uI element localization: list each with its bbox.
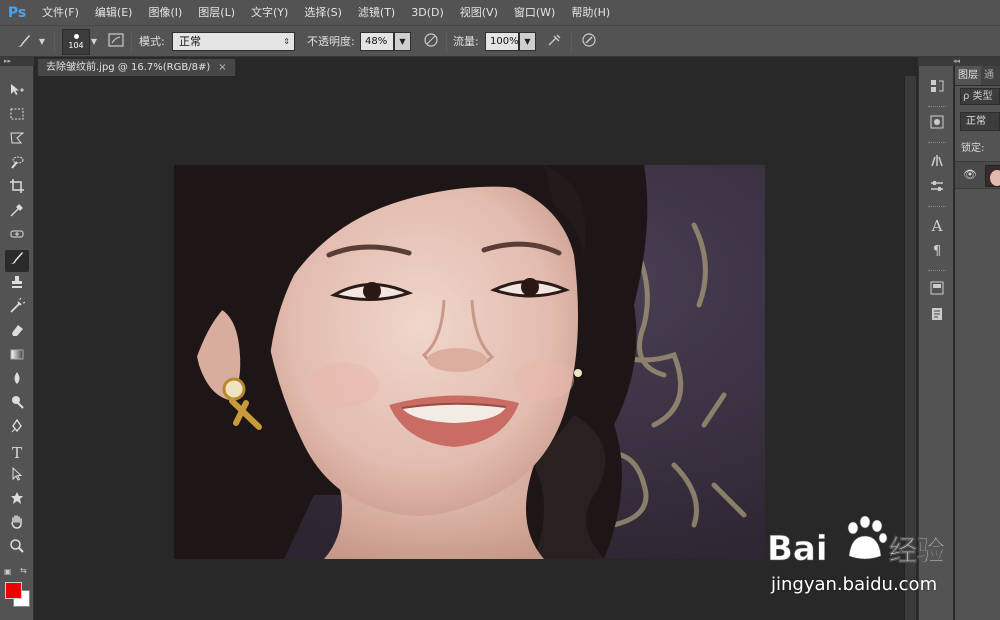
flow-dropdown-button[interactable]: ▼ bbox=[519, 32, 536, 51]
swap-colors-icon[interactable]: ⇆ bbox=[20, 566, 27, 575]
watermark-logo-text: Bai bbox=[767, 529, 828, 569]
opacity-input[interactable]: 48% bbox=[360, 32, 394, 51]
document-image[interactable] bbox=[174, 165, 765, 559]
watermark-logo-text-2: 经验 bbox=[889, 534, 945, 567]
tools-panel: T ▣ ⇆ bbox=[0, 66, 34, 620]
notes-panel-icon[interactable] bbox=[927, 306, 947, 326]
layers-panel-tabs: 图层 通 bbox=[955, 66, 1000, 86]
mode-label: 模式: bbox=[139, 35, 165, 48]
menu-type[interactable]: 文字(Y) bbox=[243, 0, 296, 25]
pressure-size-icon[interactable] bbox=[579, 32, 599, 52]
healing-brush-tool-icon[interactable] bbox=[5, 226, 29, 248]
character-panel-icon[interactable]: A bbox=[927, 216, 947, 236]
history-brush-tool-icon[interactable] bbox=[5, 296, 29, 320]
clone-stamp-tool-icon[interactable] bbox=[5, 274, 29, 296]
separator bbox=[571, 31, 572, 53]
layer-row[interactable]: 👁 bbox=[955, 161, 1000, 189]
gradient-tool-icon[interactable] bbox=[5, 346, 29, 368]
separator bbox=[446, 31, 447, 53]
mode-value: 正常 bbox=[179, 35, 201, 48]
pen-tool-icon[interactable] bbox=[5, 418, 29, 440]
flow-label: 流量: bbox=[453, 35, 479, 48]
move-tool-icon[interactable] bbox=[5, 82, 29, 104]
tools-collapse-strip[interactable]: ▸▸ bbox=[0, 57, 34, 66]
eyedropper-tool-icon[interactable] bbox=[5, 202, 29, 224]
brush-tool-icon[interactable] bbox=[5, 250, 29, 272]
history-panel-icon[interactable] bbox=[927, 78, 947, 98]
zoom-tool-icon[interactable] bbox=[5, 538, 29, 560]
menu-help[interactable]: 帮助(H) bbox=[563, 0, 618, 25]
brush-dropdown-arrow-icon[interactable]: ▼ bbox=[89, 32, 99, 52]
menu-bar: Ps 文件(F) 编辑(E) 图像(I) 图层(L) 文字(Y) 选择(S) 滤… bbox=[0, 0, 1000, 25]
layer-filter-input[interactable]: ρ 类型 bbox=[960, 88, 1000, 105]
opacity-label: 不透明度: bbox=[307, 35, 355, 48]
menu-file[interactable]: 文件(F) bbox=[34, 0, 87, 25]
menu-filter[interactable]: 滤镜(T) bbox=[350, 0, 403, 25]
foreground-color-swatch[interactable] bbox=[5, 582, 22, 599]
dock-grip bbox=[928, 270, 946, 272]
ps-logo: Ps bbox=[7, 4, 27, 21]
layer-visibility-eye-icon[interactable]: 👁 bbox=[963, 168, 977, 181]
tab-layers[interactable]: 图层 bbox=[955, 66, 981, 85]
swatches-panel-icon[interactable] bbox=[927, 280, 947, 300]
document-tab-title: 去除皱纹前.jpg @ 16.7%(RGB/8#) bbox=[46, 62, 211, 73]
mode-select-arrow-icon: ⇕ bbox=[283, 37, 290, 46]
dock-grip bbox=[928, 142, 946, 144]
quick-selection-tool-icon[interactable] bbox=[5, 154, 29, 176]
separator bbox=[54, 31, 55, 53]
brush-panel-toggle-icon[interactable] bbox=[106, 32, 126, 52]
menu-image[interactable]: 图像(I) bbox=[140, 0, 190, 25]
separator bbox=[131, 31, 132, 53]
marquee-tool-icon[interactable] bbox=[5, 106, 29, 128]
dodge-tool-icon[interactable] bbox=[5, 394, 29, 416]
lasso-tool-icon[interactable] bbox=[5, 130, 29, 152]
properties-panel-icon[interactable] bbox=[927, 114, 947, 134]
preset-dropdown-arrow-icon[interactable]: ▼ bbox=[36, 32, 48, 52]
layer-thumbnail bbox=[985, 165, 1000, 187]
baidu-jingyan-watermark: Bai 经验 jingyan.baidu.com bbox=[765, 512, 965, 602]
path-selection-tool-icon[interactable] bbox=[5, 466, 29, 488]
brush-tool-preset-icon[interactable] bbox=[14, 32, 34, 52]
options-bar: ▼ 104 ▼ 模式: 正常 ⇕ 不透明度: 48% ▼ 流量: 100% ▼ bbox=[0, 25, 1000, 57]
paragraph-panel-icon[interactable]: ¶ bbox=[927, 242, 947, 262]
baidu-logo-icon: Bai 经验 bbox=[767, 515, 945, 569]
crop-tool-icon[interactable] bbox=[5, 178, 29, 200]
type-tool-icon[interactable]: T bbox=[5, 442, 29, 464]
custom-shape-tool-icon[interactable] bbox=[5, 490, 29, 512]
brush-size-picker[interactable]: 104 bbox=[62, 29, 90, 55]
document-tab[interactable]: 去除皱纹前.jpg @ 16.7%(RGB/8#) × bbox=[37, 58, 236, 76]
flow-input[interactable]: 100% bbox=[485, 32, 519, 51]
airbrush-icon[interactable] bbox=[545, 32, 565, 52]
photoshop-window: Ps 文件(F) 编辑(E) 图像(I) 图层(L) 文字(Y) 选择(S) 滤… bbox=[0, 0, 1000, 620]
menu-view[interactable]: 视图(V) bbox=[452, 0, 506, 25]
menu-select[interactable]: 选择(S) bbox=[296, 0, 350, 25]
hand-tool-icon[interactable] bbox=[5, 514, 29, 536]
eraser-tool-icon[interactable] bbox=[5, 322, 29, 344]
close-tab-icon[interactable]: × bbox=[218, 62, 226, 73]
menu-window[interactable]: 窗口(W) bbox=[506, 0, 563, 25]
menu-layer[interactable]: 图层(L) bbox=[190, 0, 243, 25]
adjustments-panel-icon[interactable] bbox=[927, 178, 947, 198]
pressure-opacity-icon[interactable] bbox=[421, 32, 441, 52]
brush-size-value: 104 bbox=[68, 41, 84, 50]
layer-lock-label: 锁定: bbox=[961, 143, 985, 154]
watermark-url: jingyan.baidu.com bbox=[771, 574, 938, 595]
blur-tool-icon[interactable] bbox=[5, 370, 29, 392]
brush-presets-icon[interactable] bbox=[927, 152, 947, 172]
opacity-dropdown-button[interactable]: ▼ bbox=[394, 32, 411, 51]
panels-collapse-strip[interactable]: ◂◂ bbox=[918, 57, 1000, 66]
layer-blend-mode-select[interactable]: 正常 bbox=[960, 112, 1000, 131]
mode-select[interactable]: 正常 ⇕ bbox=[172, 32, 295, 51]
default-colors-icon[interactable]: ▣ bbox=[4, 567, 12, 576]
menu-edit[interactable]: 编辑(E) bbox=[87, 0, 141, 25]
tab-channels[interactable]: 通 bbox=[981, 66, 997, 85]
dock-grip bbox=[928, 206, 946, 208]
brush-tip-icon bbox=[73, 34, 79, 39]
dock-grip bbox=[928, 106, 946, 108]
menu-3d[interactable]: 3D(D) bbox=[403, 0, 452, 25]
